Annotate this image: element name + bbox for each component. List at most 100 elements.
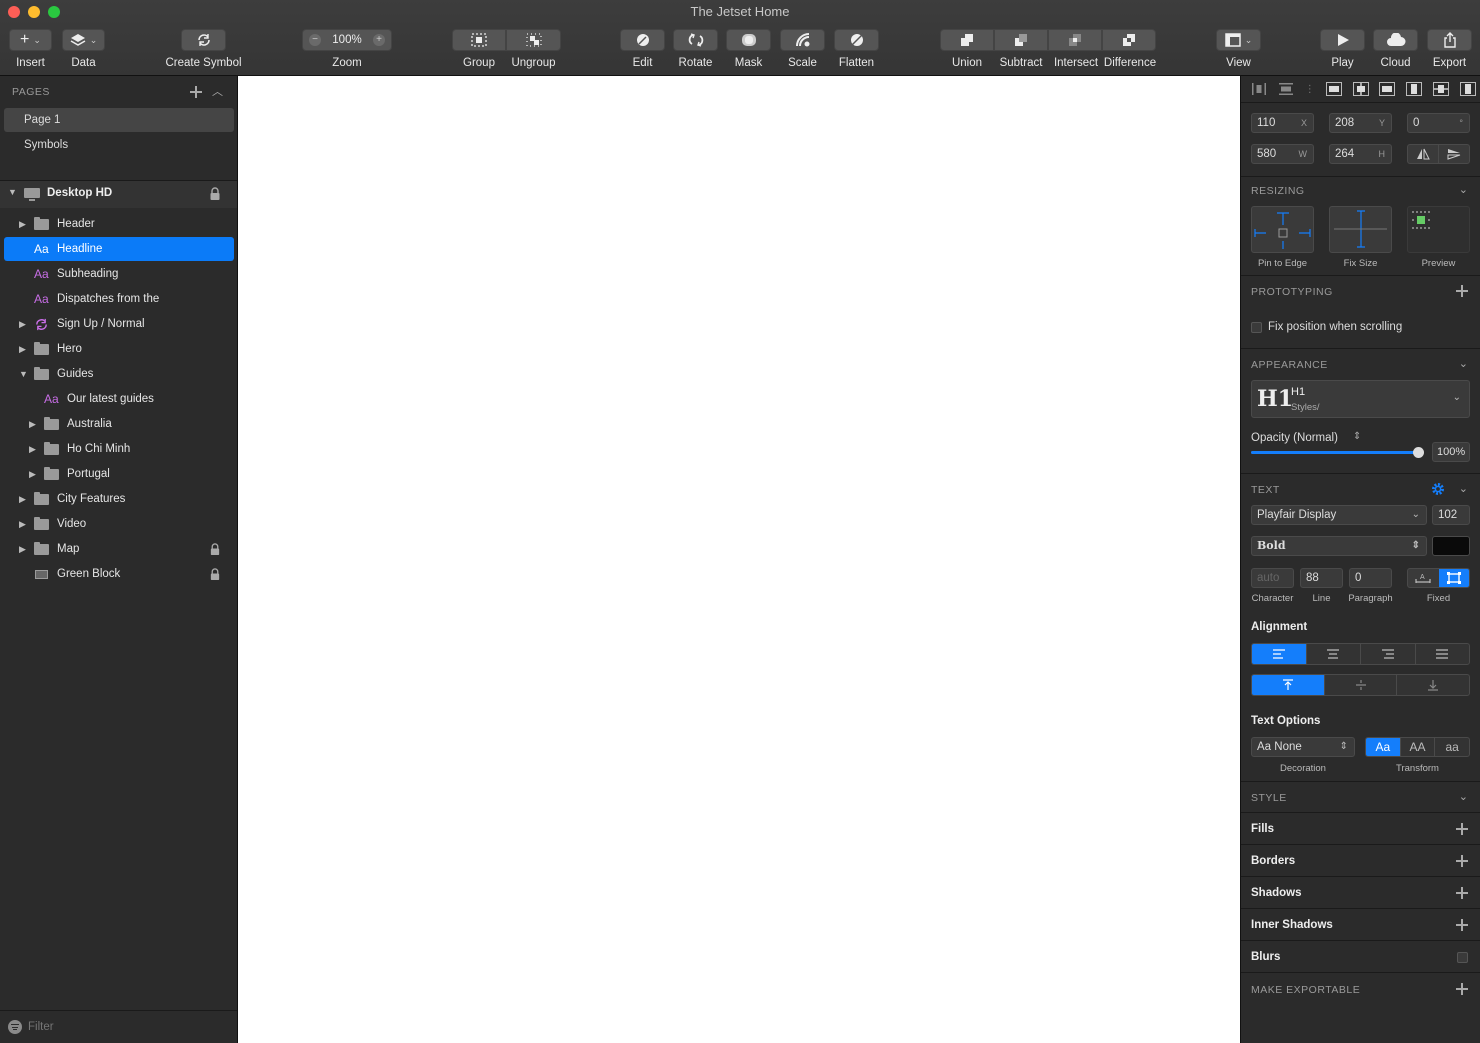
text-align-justify-icon[interactable] (1416, 644, 1470, 664)
layer-header[interactable]: ▶ Header (4, 212, 234, 236)
opacity-slider[interactable] (1251, 447, 1424, 458)
layer-subheading[interactable]: Aa Subheading (4, 262, 234, 286)
difference-button[interactable] (1102, 29, 1156, 51)
text-valign-bottom-icon[interactable] (1397, 675, 1469, 695)
layer-australia[interactable]: ▶ Australia (4, 412, 234, 436)
font-weight-select[interactable]: Bold ⇕ (1251, 536, 1427, 556)
scale-button[interactable] (780, 29, 825, 51)
height-field[interactable]: 264 H (1329, 144, 1392, 164)
add-export-icon[interactable] (1456, 983, 1468, 995)
align-middle-icon[interactable] (1433, 82, 1450, 96)
distribute-horizontal-icon[interactable] (1251, 82, 1267, 96)
gear-icon[interactable] (1431, 482, 1445, 496)
transform-uppercase-option[interactable]: AA (1401, 738, 1436, 756)
fixed-size-icon[interactable] (1438, 569, 1469, 587)
paragraph-spacing-field[interactable]: 0 (1349, 568, 1392, 588)
disclosure-closed-icon[interactable]: ▶ (19, 487, 29, 511)
collapse-pages-icon[interactable]: ︿ (212, 83, 223, 99)
chevron-down-icon[interactable]: ⌄ (1459, 482, 1468, 495)
layer-hero[interactable]: ▶ Hero (4, 337, 234, 361)
chevron-down-icon[interactable]: ⌄ (1459, 357, 1468, 370)
align-center-icon[interactable] (1352, 82, 1369, 96)
fix-position-checkbox[interactable] (1251, 322, 1262, 333)
add-prototype-icon[interactable] (1456, 285, 1468, 297)
intersect-button[interactable] (1048, 29, 1102, 51)
page-item-page-1[interactable]: Page 1 (4, 108, 234, 132)
play-button[interactable] (1320, 29, 1365, 51)
data-button[interactable]: ⌄ (62, 29, 105, 51)
export-button[interactable] (1427, 29, 1472, 51)
group-button[interactable] (452, 29, 506, 51)
transform-lowercase-option[interactable]: aa (1435, 738, 1469, 756)
layer-portugal[interactable]: ▶ Portugal (4, 462, 234, 486)
rotate-button[interactable] (673, 29, 718, 51)
blur-checkbox[interactable] (1457, 952, 1468, 963)
lock-icon[interactable] (210, 568, 220, 580)
zoom-in-icon[interactable]: + (372, 34, 385, 46)
cloud-button[interactable] (1373, 29, 1418, 51)
ungroup-button[interactable] (506, 29, 561, 51)
flatten-button[interactable] (834, 29, 879, 51)
mask-button[interactable] (726, 29, 771, 51)
lock-icon[interactable] (210, 187, 220, 200)
text-align-left-icon[interactable] (1252, 644, 1307, 664)
filter-input[interactable] (28, 1018, 218, 1036)
insert-button[interactable]: + ⌄ (9, 29, 52, 51)
text-color-well[interactable] (1432, 536, 1470, 556)
disclosure-closed-icon[interactable]: ▶ (19, 337, 29, 361)
text-valign-top-icon[interactable] (1252, 675, 1325, 695)
add-page-icon[interactable] (190, 86, 202, 98)
align-top-icon[interactable] (1406, 82, 1423, 96)
x-field[interactable]: 110 X (1251, 113, 1314, 133)
edit-button[interactable] (620, 29, 665, 51)
align-right-icon[interactable] (1379, 82, 1396, 96)
text-align-center-icon[interactable] (1307, 644, 1361, 664)
auto-width-icon[interactable]: A (1408, 569, 1439, 587)
layer-video[interactable]: ▶ Video (4, 512, 234, 536)
layer-dispatches[interactable]: Aa Dispatches from the (4, 287, 234, 311)
add-shadow-icon[interactable] (1456, 887, 1468, 899)
filter-icon[interactable] (8, 1020, 22, 1034)
align-bottom-icon[interactable] (1460, 82, 1476, 96)
add-border-icon[interactable] (1456, 855, 1468, 867)
layer-our-latest-guides[interactable]: Aa Our latest guides (4, 387, 234, 411)
canvas[interactable] (238, 76, 1240, 1043)
add-inner-shadow-icon[interactable] (1456, 919, 1468, 931)
align-left-icon[interactable] (1325, 82, 1342, 96)
layer-headline[interactable]: Aa Headline (4, 237, 234, 261)
add-fill-icon[interactable] (1456, 823, 1468, 835)
disclosure-closed-icon[interactable]: ▶ (29, 412, 39, 436)
distribute-vertical-icon[interactable] (1278, 82, 1294, 96)
disclosure-closed-icon[interactable]: ▶ (19, 537, 29, 561)
disclosure-closed-icon[interactable]: ▶ (29, 437, 39, 461)
disclosure-closed-icon[interactable]: ▶ (19, 512, 29, 536)
layer-sign-up[interactable]: ▶ Sign Up / Normal (4, 312, 234, 336)
more-icon[interactable]: ⋮ (1305, 84, 1315, 95)
chevron-down-icon[interactable]: ⌄ (1459, 790, 1468, 803)
disclosure-closed-icon[interactable]: ▶ (19, 212, 29, 236)
fix-size-control[interactable] (1329, 206, 1392, 253)
font-size-field[interactable]: 102 (1432, 505, 1470, 525)
lock-icon[interactable] (210, 543, 220, 555)
view-button[interactable]: ⌄ (1216, 29, 1261, 51)
chevron-down-icon[interactable]: ⌄ (1459, 183, 1468, 196)
decoration-select[interactable]: Aa None ⇕ (1251, 737, 1355, 757)
text-align-right-icon[interactable] (1361, 644, 1416, 664)
layer-map[interactable]: ▶ Map (4, 537, 234, 561)
opacity-knob[interactable] (1413, 447, 1424, 458)
disclosure-closed-icon[interactable]: ▶ (19, 312, 29, 336)
text-valign-middle-icon[interactable] (1325, 675, 1398, 695)
zoom-control[interactable]: − 100% + (302, 29, 392, 51)
rotation-field[interactable]: 0 ° (1407, 113, 1470, 133)
disclosure-closed-icon[interactable]: ▶ (29, 462, 39, 486)
font-family-select[interactable]: Playfair Display ⌄ (1251, 505, 1427, 525)
layer-ho-chi-minh[interactable]: ▶ Ho Chi Minh (4, 437, 234, 461)
subtract-button[interactable] (994, 29, 1048, 51)
transform-none-option[interactable]: Aa (1366, 738, 1401, 756)
union-button[interactable] (940, 29, 994, 51)
artboard-row[interactable]: ▼ Desktop HD (0, 181, 237, 208)
character-spacing-field[interactable]: auto (1251, 568, 1294, 588)
layer-guides[interactable]: ▼ Guides (4, 362, 234, 386)
y-field[interactable]: 208 Y (1329, 113, 1392, 133)
layer-green-block[interactable]: Green Block (4, 562, 234, 586)
